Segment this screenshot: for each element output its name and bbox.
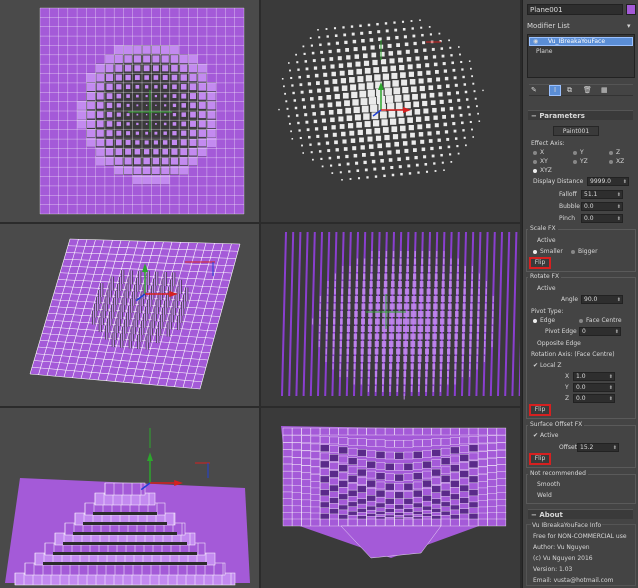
rot-axis-y-spinner[interactable]: 0.0 ⬍ [573,383,615,392]
axis-z-radio[interactable]: Z [609,149,620,156]
configure-sets-icon[interactable]: ▦ [601,86,608,94]
surface-offset-flip-button[interactable]: Flip [529,453,551,465]
offset-dip-mesh [281,426,507,559]
pivot-face-centre-radio[interactable]: Face Centre [579,317,622,324]
rotated-faces-mesh [29,238,241,390]
modifier-list-label: Modifier List [527,22,570,30]
viewport-top-left[interactable] [0,0,259,222]
rotated-strips-mesh [281,231,520,400]
scale-fx-active-checkbox[interactable]: Active [537,237,556,244]
parameters-rollout-header[interactable]: − Parameters [528,110,633,120]
parameters-title: Parameters [539,112,585,120]
local-z-checkbox[interactable]: ✔ Local Z [533,362,562,369]
pivot-edge-spinner[interactable]: 0 ⬍ [579,327,621,336]
scale-bigger-radio[interactable]: Bigger [571,248,598,255]
axis-xy-radio[interactable]: XY [533,158,548,165]
angle-label: Angle [561,296,579,303]
stack-item-plane[interactable]: Plane [536,48,552,55]
offset-mound-mesh [5,428,250,586]
chevron-down-icon: ▾ [627,22,631,30]
modifier-list-dropdown[interactable]: Modifier List ▾ [527,22,631,30]
rotate-fx-title: Rotate FX [528,273,562,280]
display-distance-spinner[interactable]: 9999.0 ⬍ [587,177,629,186]
rot-axis-y-label: Y [565,384,569,391]
eye-icon[interactable]: ◉ [533,38,538,45]
about-license: Free for NON-COMMERCIAL use [533,533,627,540]
axis-xyz-radio[interactable]: XYZ [533,167,552,174]
axis-x-radio[interactable]: X [533,149,544,156]
weld-checkbox[interactable]: Weld [537,492,552,499]
object-name-field[interactable]: Plane001 [527,4,623,15]
scale-smaller-radio[interactable]: Smaller [533,248,563,255]
viewport-middle-right[interactable] [261,224,520,406]
rot-axis-x-label: X [565,373,570,380]
viewport-middle-left[interactable] [0,224,259,406]
falloff-spinner[interactable]: 51.1 ⬍ [581,190,623,199]
about-copyright: (c) Vu Nguyen 2016 [533,555,593,562]
not-recommended-group [526,474,636,504]
stack-item-label: Vu_IBreakaYouFace [548,38,606,45]
surface-offset-fx-title: Surface Offset FX [528,421,585,428]
pin-stack-icon[interactable]: ✎ [531,86,537,94]
effect-axis-label: Effect Axis: [531,140,565,147]
command-panel: Plane001 Modifier List ▾ ◉ Vu_IBreakaYouF… [522,0,638,588]
falloff-label: Falloff [559,191,577,198]
axis-y-radio[interactable]: Y [573,149,584,156]
about-info-title: Vu IBreakaYouFace Info [531,522,603,529]
bubble-spinner[interactable]: 0.0 ⬍ [581,202,623,211]
make-unique-icon[interactable]: ⧉ [567,86,572,95]
rot-axis-z-spinner[interactable]: 0.0 ⬍ [573,394,615,403]
about-author: Author: Vu Nguyen [533,544,590,551]
show-end-result-icon[interactable]: Ⅰ [549,85,561,96]
about-version: Version: 1.03 [533,566,573,573]
pivot-edge-label: Pivot Edge [545,328,577,335]
viewport-bottom-left[interactable] [0,408,259,588]
rot-axis-x-spinner[interactable]: 1.0 ⬍ [573,372,615,381]
axis-yz-radio[interactable]: YZ [573,158,588,165]
viewport-bottom-right[interactable] [261,408,520,588]
scaled-dots-mesh [278,19,484,181]
flat-grid-mesh [39,7,245,215]
viewport-top-right[interactable] [261,0,520,222]
pivot-type-label: Pivot Type: [531,308,564,315]
about-email: Email: vusta@hotmail.com [533,577,614,584]
bubble-label: Bubble [559,203,580,210]
scale-flip-button[interactable]: Flip [529,257,551,269]
about-rollout-header[interactable]: − About [528,509,633,519]
paint-button[interactable]: Paint001 [553,126,599,136]
offset-spinner[interactable]: 15.2 ⬍ [577,443,619,452]
angle-spinner[interactable]: 90.0 ⬍ [581,295,623,304]
scale-fx-title: Scale FX [528,225,558,232]
rotate-flip-button[interactable]: Flip [529,404,551,416]
object-color-swatch[interactable] [626,4,636,15]
display-distance-label: Display Distance [533,178,584,185]
smooth-checkbox[interactable]: Smooth [537,481,560,488]
pinch-spinner[interactable]: 0.0 ⬍ [581,214,623,223]
offset-label: Offset [559,444,578,451]
opposite-edge-checkbox[interactable]: Opposite Edge [537,340,581,347]
pivot-edge-radio[interactable]: Edge [533,317,555,324]
about-title: About [539,511,563,519]
axis-xz-radio[interactable]: XZ [609,158,624,165]
rotate-fx-active-checkbox[interactable]: Active [537,285,556,292]
rotation-axis-label: Rotation Axis: (Face Centre) [531,351,615,358]
rot-axis-z-label: Z [565,395,570,402]
stack-toolbar: ✎ Ⅰ ⧉ 🗑 ▦ [529,84,633,96]
stack-item-selected[interactable]: ◉ Vu_IBreakaYouFace [529,37,633,46]
surface-offset-active-checkbox[interactable]: ✔ Active [533,432,559,439]
remove-modifier-icon[interactable]: 🗑 [583,86,592,94]
pinch-label: Pinch [559,215,576,222]
not-recommended-title: Not recommended [528,470,588,477]
viewports[interactable] [0,0,520,588]
modifier-stack[interactable]: ◉ Vu_IBreakaYouFace Plane [527,34,635,78]
